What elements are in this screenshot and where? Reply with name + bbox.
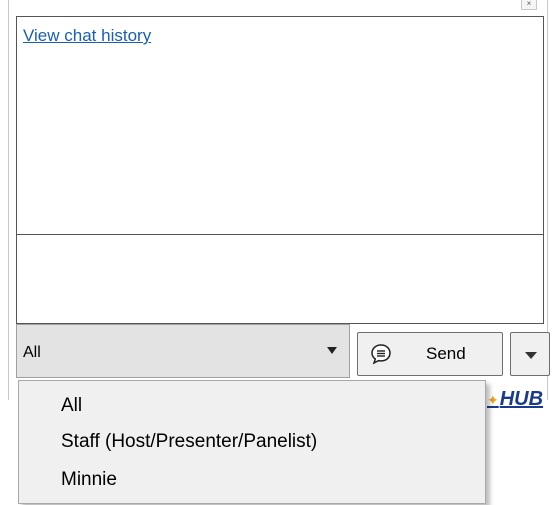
- recipient-select[interactable]: All: [16, 324, 350, 378]
- star-icon: ✦: [487, 392, 499, 408]
- hub-logo-text: HUB: [499, 388, 544, 410]
- chevron-down-icon: [327, 347, 337, 354]
- expand-icon[interactable]: ×: [521, 0, 537, 10]
- view-chat-history-link[interactable]: View chat history: [23, 26, 151, 46]
- menu-item-all[interactable]: All: [61, 395, 82, 417]
- recipient-dropdown-menu: All Staff (Host/Presenter/Panelist) Minn…: [18, 380, 486, 504]
- recipient-select-value: All: [23, 344, 41, 361]
- send-button-label: Send: [426, 344, 466, 363]
- chat-history-area: View chat history: [16, 16, 544, 235]
- menu-item-minnie[interactable]: Minnie: [61, 469, 117, 491]
- chevron-down-icon: [525, 352, 537, 359]
- chat-message-input[interactable]: [16, 234, 544, 324]
- menu-item-staff[interactable]: Staff (Host/Presenter/Panelist): [61, 431, 317, 453]
- chat-bubble-icon: [371, 344, 391, 365]
- send-button[interactable]: Send: [357, 332, 503, 376]
- hub-logo[interactable]: ✦HUB: [487, 388, 543, 411]
- send-options-button[interactable]: [510, 332, 550, 376]
